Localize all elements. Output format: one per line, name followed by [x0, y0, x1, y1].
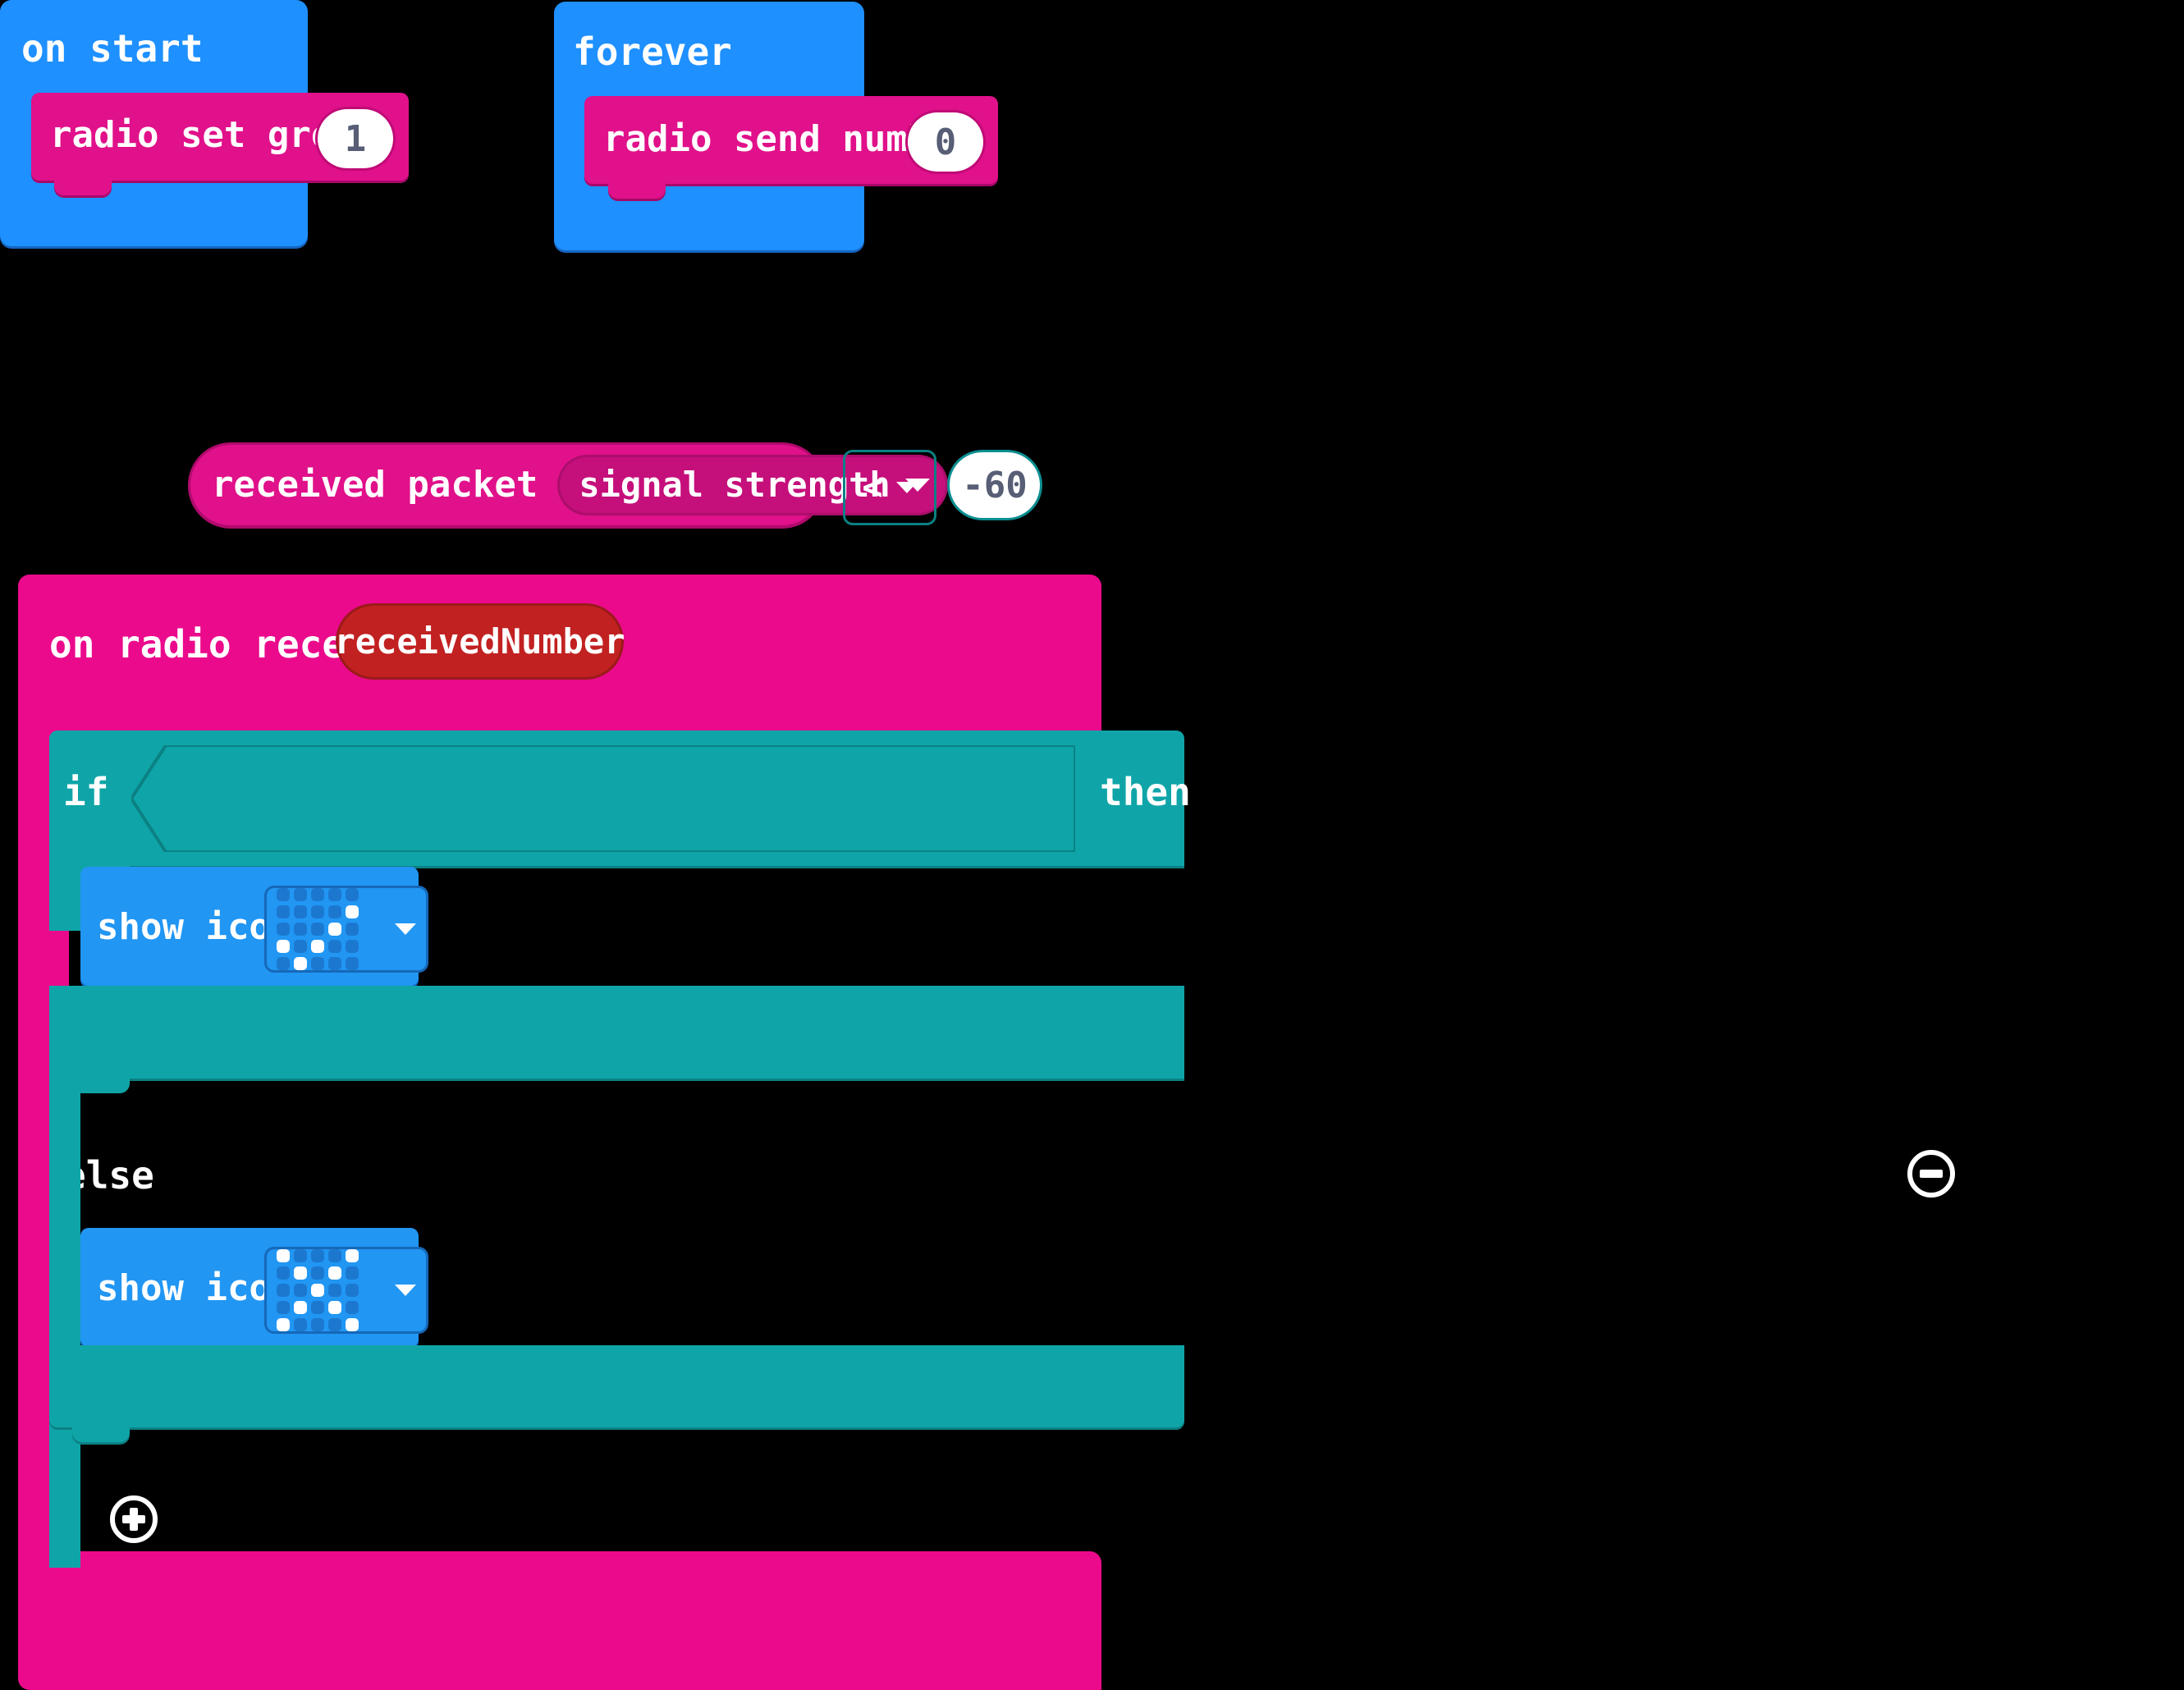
led-0-3 — [328, 888, 341, 901]
led-2-1 — [294, 1284, 307, 1297]
led-0-1 — [294, 1249, 307, 1262]
show-icon-else-label: show icon — [97, 1267, 293, 1309]
if-else-bottom-notch — [72, 1426, 130, 1442]
led-3-0 — [277, 1301, 290, 1314]
led-0-4 — [346, 888, 359, 901]
comparison-operator-dropdown[interactable]: < — [843, 450, 936, 525]
if-label: if — [63, 770, 109, 814]
radio-send-number-value[interactable]: 0 — [908, 112, 983, 172]
led-2-4 — [346, 923, 359, 936]
radio-set-group-notch — [54, 179, 112, 195]
led-2-3 — [328, 1284, 341, 1297]
led-4-2 — [311, 957, 324, 970]
led-1-3 — [328, 1266, 341, 1280]
led-2-2 — [311, 1284, 324, 1297]
received-number-label: receivedNumber — [334, 621, 625, 662]
led-1-0 — [277, 905, 290, 918]
remove-else-button[interactable] — [1907, 1150, 1955, 1198]
led-4-3 — [328, 957, 341, 970]
if-else-footer[interactable] — [49, 1345, 1184, 1427]
led-3-4 — [346, 1301, 359, 1314]
received-packet-reporter-body[interactable]: received packet signal strength — [190, 445, 948, 525]
on-start-label: on start — [21, 26, 204, 71]
led-2-4 — [346, 1284, 359, 1297]
else-bar[interactable] — [49, 986, 1184, 1079]
operator-chevron-down-icon — [895, 482, 918, 493]
led-0-2 — [311, 1249, 324, 1262]
radio-send-number-notch — [608, 182, 666, 199]
led-0-0 — [277, 1249, 290, 1262]
then-label: then — [1100, 770, 1191, 814]
led-1-4 — [346, 1266, 359, 1280]
operator-label: < — [862, 467, 883, 507]
operand-value-field[interactable]: -60 — [950, 452, 1040, 518]
led-matrix-then — [277, 888, 359, 970]
forever-label: forever — [573, 30, 732, 74]
led-matrix-else — [277, 1249, 359, 1331]
plus-icon-v — [130, 1508, 138, 1531]
led-1-2 — [311, 1266, 324, 1280]
led-4-1 — [294, 957, 307, 970]
led-4-3 — [328, 1318, 341, 1331]
condition-hexagon — [131, 745, 1075, 852]
led-4-4 — [346, 1318, 359, 1331]
led-3-1 — [294, 1301, 307, 1314]
minus-icon — [1920, 1170, 1943, 1178]
led-3-4 — [346, 940, 359, 953]
led-0-1 — [294, 888, 307, 901]
led-4-0 — [277, 957, 290, 970]
radio-set-group-value[interactable]: 1 — [318, 109, 393, 168]
if-else-spine — [49, 862, 80, 931]
led-3-2 — [311, 940, 324, 953]
show-icon-else-chevron-down-icon[interactable] — [395, 1285, 416, 1296]
led-3-1 — [294, 940, 307, 953]
led-2-1 — [294, 923, 307, 936]
led-3-2 — [311, 1301, 324, 1314]
add-else-if-button[interactable] — [110, 1495, 158, 1543]
led-3-3 — [328, 1301, 341, 1314]
else-spine — [49, 1075, 80, 1568]
show-icon-else-matrix-field[interactable] — [264, 1247, 428, 1334]
led-0-3 — [328, 1249, 341, 1262]
received-packet-label: received packet — [212, 464, 538, 506]
led-2-3 — [328, 923, 341, 936]
led-3-0 — [277, 940, 290, 953]
on-radio-received-foot — [18, 1551, 1101, 1690]
led-1-0 — [277, 1266, 290, 1280]
led-1-1 — [294, 1266, 307, 1280]
led-4-1 — [294, 1318, 307, 1331]
led-1-3 — [328, 905, 341, 918]
led-2-0 — [277, 1284, 290, 1297]
led-3-3 — [328, 940, 341, 953]
else-notch — [72, 1077, 130, 1093]
show-icon-then-label: show icon — [97, 906, 293, 948]
led-4-0 — [277, 1318, 290, 1331]
led-1-2 — [311, 905, 324, 918]
led-4-2 — [311, 1318, 324, 1331]
led-1-4 — [346, 905, 359, 918]
led-0-4 — [346, 1249, 359, 1262]
led-2-0 — [277, 923, 290, 936]
show-icon-then-matrix-field[interactable] — [264, 886, 428, 973]
received-number-variable[interactable]: receivedNumber — [335, 606, 625, 677]
show-icon-then-chevron-down-icon[interactable] — [395, 923, 416, 935]
led-4-4 — [346, 957, 359, 970]
led-0-2 — [311, 888, 324, 901]
led-2-2 — [311, 923, 324, 936]
led-0-0 — [277, 888, 290, 901]
led-1-1 — [294, 905, 307, 918]
